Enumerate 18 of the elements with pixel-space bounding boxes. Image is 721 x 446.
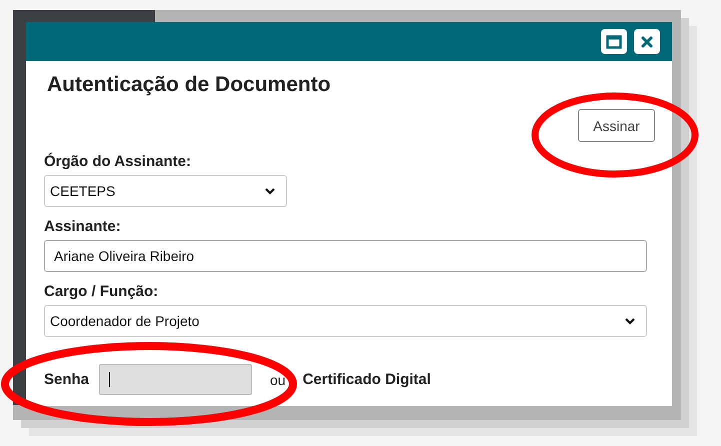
certificate-label: Certificado Digital bbox=[302, 371, 431, 388]
field-label: Assinante: bbox=[44, 218, 122, 236]
text-field[interactable]: Ariane Oliveira Ribeiro bbox=[44, 240, 647, 272]
separator-text: ou bbox=[270, 372, 286, 388]
dialog-title: Autenticação de Documento bbox=[47, 73, 332, 97]
field-label: Cargo / Função: bbox=[44, 283, 160, 301]
maximize-icon bbox=[606, 34, 622, 48]
dropdown-field[interactable]: Coordenador de Projeto bbox=[44, 305, 647, 337]
field-label: Senha bbox=[44, 371, 90, 388]
dropdown-field[interactable]: CEETEPS bbox=[44, 175, 287, 207]
password-field[interactable] bbox=[99, 364, 252, 395]
close-button[interactable] bbox=[634, 29, 660, 54]
close-icon bbox=[641, 36, 653, 48]
chevron-down-icon bbox=[624, 317, 636, 325]
field-label: Órgão do Assinante: bbox=[44, 153, 192, 171]
sign-button[interactable]: Assinar bbox=[578, 109, 655, 142]
maximize-button[interactable] bbox=[601, 29, 627, 54]
chevron-down-icon bbox=[264, 187, 276, 195]
